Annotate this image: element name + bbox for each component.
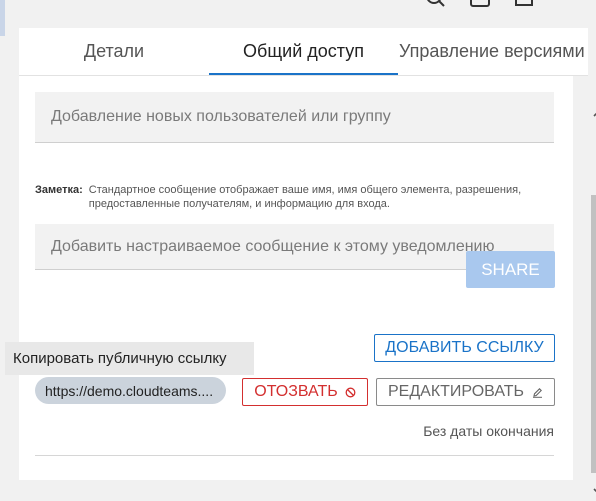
share-button[interactable]: SHARE [466,251,555,288]
revoke-label: ОТОЗВАТЬ [254,383,338,400]
scroll-down-icon[interactable] [591,484,596,498]
note-text: Стандартное сообщение отображает ваше им… [88,184,522,210]
edit-label: РЕДАКТИРОВАТЬ [387,383,525,400]
upload-icon[interactable] [469,0,491,10]
tab-bar: Детали Общий доступ Управление версиями [19,28,588,76]
tab-versions[interactable]: Управление версиями [398,28,596,75]
revoke-button[interactable]: ОТОЗВАТЬ [242,378,368,406]
section-divider [35,455,554,456]
public-link-url[interactable]: https://demo.cloudteams.... [35,377,226,404]
download-icon[interactable] [513,0,535,10]
copy-link-tooltip: Копировать публичную ссылку [5,342,254,375]
note-label: Заметка: [35,184,83,196]
share-note: Заметка: Стандартное сообщение отображае… [35,183,554,211]
details-panel: Детали Общий доступ Управление версиями … [19,28,596,501]
panel-scrollbar[interactable] [589,103,596,501]
more-vert-icon[interactable] [556,0,578,10]
block-icon [345,387,356,398]
active-tab-indicator [209,73,398,75]
expiry-text: Без даты окончания [423,423,554,439]
scroll-thumb[interactable] [591,195,596,473]
zoom-search-icon[interactable] [424,0,446,10]
users-input[interactable]: Добавление новых пользователей или групп… [35,92,554,143]
edit-link-button[interactable]: РЕДАКТИРОВАТЬ [376,378,555,406]
pencil-icon [532,387,543,398]
top-toolbar [0,0,596,28]
scroll-up-icon[interactable] [591,107,596,121]
share-form-card: Добавление новых пользователей или групп… [19,76,573,332]
add-link-button[interactable]: ДОБАВИТЬ ССЫЛКУ [374,334,555,362]
tab-details[interactable]: Детали [19,28,209,75]
tab-sharing[interactable]: Общий доступ [209,28,398,75]
add-link-label: ДОБАВИТЬ ССЫЛКУ [385,339,544,356]
